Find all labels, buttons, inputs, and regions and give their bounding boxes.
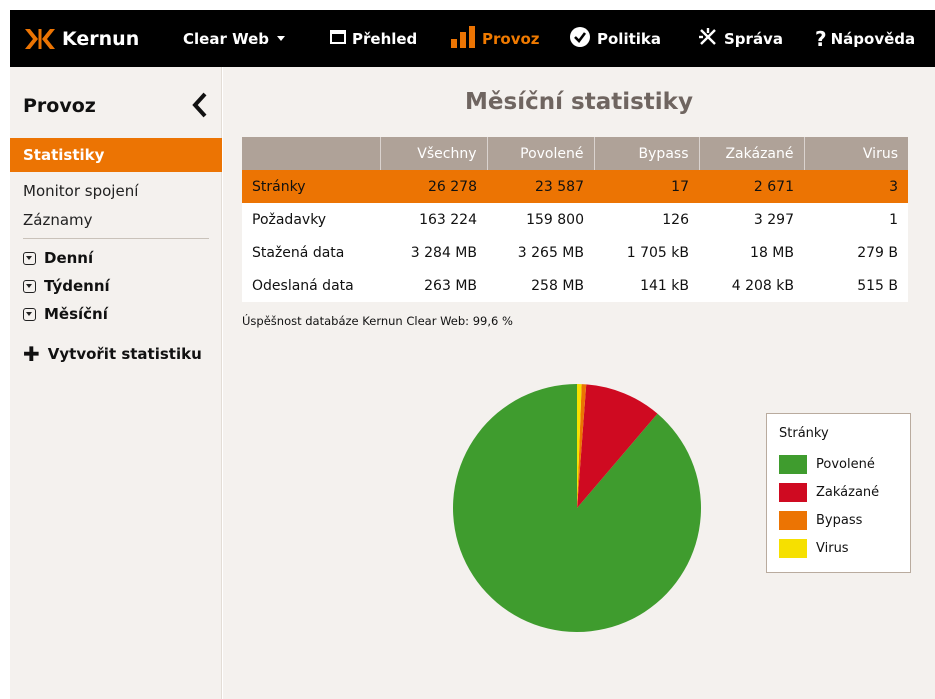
kernun-logo-icon <box>24 28 56 50</box>
create-statistic-button[interactable]: ✚ Vytvořit statistiku <box>23 344 202 364</box>
table-cell: 263 MB <box>380 269 487 302</box>
tools-icon <box>698 27 718 51</box>
table-cell: 3 297 <box>699 203 804 236</box>
table-header: Virus <box>803 137 908 170</box>
table-header: Všechny <box>379 137 487 170</box>
sidebar-group-denni[interactable]: Denní <box>23 249 93 267</box>
table-cell: 126 <box>594 203 699 236</box>
nav-item-politika[interactable]: Politika <box>569 10 661 67</box>
expand-icon <box>23 279 36 293</box>
sidebar-item-zaznamy[interactable]: Záznamy <box>23 211 93 229</box>
collapse-sidebar-button[interactable] <box>188 91 212 119</box>
table-cell: 3 284 MB <box>380 236 487 269</box>
page-title: Měsíční statistiky <box>465 89 693 115</box>
create-statistic-label: Vytvořit statistiku <box>47 345 202 363</box>
legend-item: Povolené <box>779 455 875 474</box>
app-name: Kernun <box>62 27 140 50</box>
chevron-left-icon <box>192 92 207 118</box>
table-header: Povolené <box>486 137 594 170</box>
table-header: Zakázané <box>698 137 804 170</box>
nav-item-napoveda[interactable]: ? Nápověda <box>815 10 915 67</box>
table-header-row: Všechny Povolené Bypass Zakázané Virus <box>242 137 908 170</box>
chart-legend: Stránky Povolené Zakázané Bypass Virus <box>766 413 911 573</box>
table-cell: 1 705 kB <box>594 236 699 269</box>
nav-item-label: Přehled <box>352 29 418 48</box>
legend-item: Zakázané <box>779 483 879 502</box>
table-cell: 3 <box>804 170 908 203</box>
nav-item-prehled[interactable]: Přehled <box>330 10 417 67</box>
legend-swatch <box>779 511 807 530</box>
table-cell: 26 278 <box>380 170 487 203</box>
statistics-table: Všechny Povolené Bypass Zakázané Virus S… <box>242 137 908 302</box>
check-circle-icon <box>569 26 591 52</box>
nav-item-label: Správa <box>724 29 783 48</box>
sidebar-group-label: Denní <box>44 249 94 267</box>
table-cell: 1 <box>804 203 908 236</box>
table-cell: 18 MB <box>699 236 804 269</box>
table-cell: 2 671 <box>699 170 804 203</box>
table-row-selected[interactable]: Stránky 26 278 23 587 17 2 671 3 <box>242 170 908 203</box>
sidebar-item-statistiky[interactable]: Statistiky <box>10 138 222 172</box>
nav-item-label: Provoz <box>482 29 540 48</box>
legend-swatch <box>779 455 807 474</box>
table-cell: Stažená data <box>242 236 380 269</box>
legend-item: Bypass <box>779 511 862 530</box>
chevron-down-icon <box>277 36 285 41</box>
table-cell: 515 B <box>804 269 908 302</box>
sidebar-group-tydenni[interactable]: Týdenní <box>23 277 110 295</box>
sidebar-divider <box>23 238 209 239</box>
legend-item: Virus <box>779 539 849 558</box>
window-icon <box>330 29 346 49</box>
plus-icon: ✚ <box>23 342 40 366</box>
product-dropdown[interactable]: Clear Web <box>183 10 285 67</box>
legend-swatch <box>779 539 807 558</box>
top-navigation-bar: Kernun Clear Web Přehled Provoz Politika… <box>10 10 935 67</box>
nav-item-sprava[interactable]: Správa <box>698 10 783 67</box>
table-row[interactable]: Požadavky 163 224 159 800 126 3 297 1 <box>242 203 908 236</box>
table-cell: 17 <box>594 170 699 203</box>
legend-swatch <box>779 483 807 502</box>
pie-chart <box>452 384 701 632</box>
nav-item-label: Politika <box>597 29 661 48</box>
legend-title: Stránky <box>779 426 829 441</box>
sidebar-group-label: Měsíční <box>44 305 108 323</box>
expand-icon <box>23 307 36 321</box>
table-header <box>242 137 380 170</box>
table-cell: 3 265 MB <box>487 236 594 269</box>
nav-item-label: Nápověda <box>830 29 916 48</box>
table-cell: 279 B <box>804 236 908 269</box>
table-cell: 163 224 <box>380 203 487 236</box>
table-row[interactable]: Odeslaná data 263 MB 258 MB 141 kB 4 208… <box>242 269 908 302</box>
table-cell: Požadavky <box>242 203 380 236</box>
table-row[interactable]: Stažená data 3 284 MB 3 265 MB 1 705 kB … <box>242 236 908 269</box>
main-content: Měsíční statistiky Všechny Povolené Bypa… <box>223 67 935 699</box>
product-label: Clear Web <box>183 29 269 48</box>
sidebar: Provoz Statistiky Monitor spojení Záznam… <box>10 67 222 699</box>
sidebar-title: Provoz <box>23 95 96 117</box>
table-header: Bypass <box>593 137 699 170</box>
table-cell: Odeslaná data <box>242 269 380 302</box>
question-icon: ? <box>815 26 827 51</box>
table-cell: 141 kB <box>594 269 699 302</box>
legend-label: Povolené <box>816 457 875 472</box>
sidebar-group-label: Týdenní <box>44 277 110 295</box>
sidebar-item-monitor-spojeni[interactable]: Monitor spojení <box>23 182 138 200</box>
expand-icon <box>23 251 36 265</box>
legend-label: Bypass <box>816 513 863 528</box>
table-cell: Stránky <box>242 170 380 203</box>
nav-item-provoz[interactable]: Provoz <box>450 10 540 67</box>
legend-label: Zakázané <box>816 485 880 500</box>
table-cell: 258 MB <box>487 269 594 302</box>
table-cell: 4 208 kB <box>699 269 804 302</box>
bar-chart-icon <box>450 25 476 52</box>
legend-label: Virus <box>816 541 849 556</box>
kernun-logo[interactable]: Kernun <box>24 28 139 50</box>
table-cell: 159 800 <box>487 203 594 236</box>
database-success-rate: Úspěšnost databáze Kernun Clear Web: 99,… <box>242 314 513 328</box>
sidebar-group-mesicni[interactable]: Měsíční <box>23 305 108 323</box>
table-cell: 23 587 <box>487 170 594 203</box>
